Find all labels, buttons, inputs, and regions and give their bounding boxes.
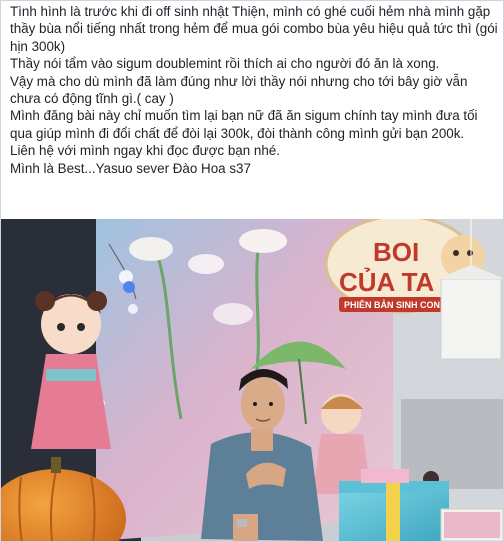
sign-title-line2: CỦA TA [339, 266, 435, 297]
post-paragraph-4: Mình đăng bài này chỉ muốn tìm lại bạn n… [10, 108, 478, 141]
photo-scene: BOI CỦA TA PHIÊN BẢN SINH CON [1, 219, 503, 541]
post-paragraph-5: Liên hệ với mình ngay khi đọc được bạn n… [10, 143, 280, 159]
post-paragraph-3: Vậy mà cho dù mình đã làm đúng như lời t… [10, 73, 468, 107]
post-paragraph-2: Thầy nói tẩm vào sigum doublemint rồi th… [10, 56, 440, 72]
post-photo[interactable]: BOI CỦA TA PHIÊN BẢN SINH CON [1, 219, 503, 541]
sign-title-line1: BOI [373, 237, 419, 267]
post-paragraph-6: Mình là Best...Yasuo sever Đào Hoa s37 [10, 160, 251, 176]
facebook-post: Tình hình là trước khi đi off sinh nhật … [0, 0, 504, 542]
sign-subtitle: PHIÊN BẢN SINH CON [344, 299, 440, 310]
post-text: Tình hình là trước khi đi off sinh nhật … [10, 3, 498, 177]
post-paragraph-1: Tình hình là trước khi đi off sinh nhật … [10, 4, 498, 54]
